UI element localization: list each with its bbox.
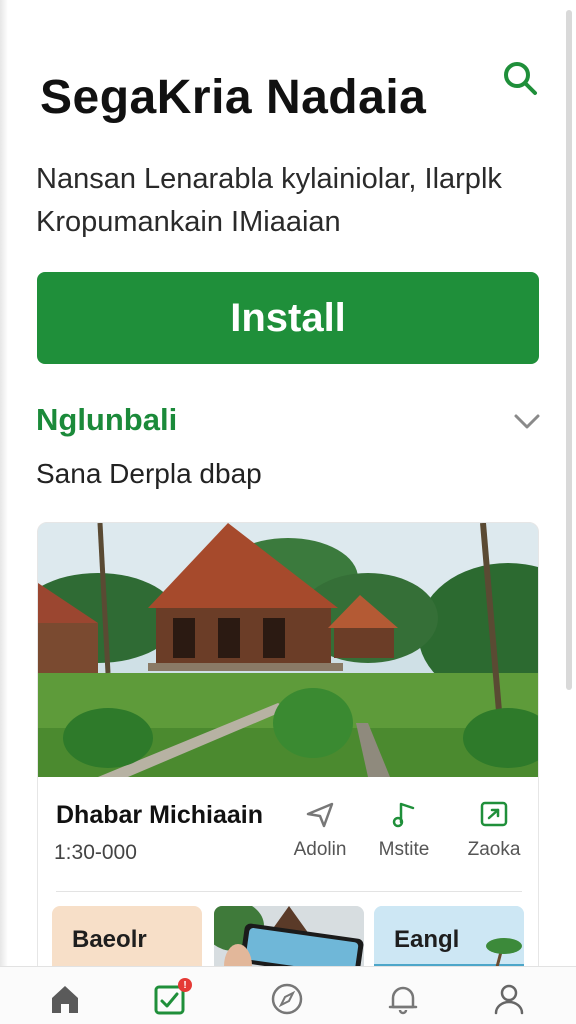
scrollbar[interactable] bbox=[566, 10, 572, 690]
nav-profile[interactable] bbox=[491, 981, 527, 1017]
page-edge bbox=[0, 0, 8, 1024]
notification-badge: ! bbox=[178, 978, 192, 992]
action-mstite[interactable]: Mstite bbox=[369, 799, 439, 861]
action-label: Zaoka bbox=[467, 839, 521, 860]
card-divider bbox=[56, 891, 522, 892]
action-adolin[interactable]: Adolin bbox=[285, 799, 355, 861]
section-header[interactable]: Nglunbali bbox=[36, 400, 546, 444]
page-title: SegaKria Nadaia bbox=[40, 71, 427, 124]
nav-notifications[interactable] bbox=[385, 981, 421, 1017]
place-meta: 1:30-000 bbox=[54, 841, 137, 864]
subtitle-line-1: Nansan Lenarabla kylainiolar, Ilarplk bbox=[36, 163, 502, 195]
tile-label: Eangl bbox=[394, 926, 460, 953]
place-photo bbox=[38, 523, 538, 777]
page-subtitle: Nansan Lenarabla kylainiolar, Ilarplk Kr… bbox=[36, 158, 526, 244]
search-button[interactable] bbox=[500, 58, 540, 98]
bottom-nav bbox=[0, 966, 576, 1024]
nav-compass[interactable] bbox=[269, 981, 305, 1017]
music-note-icon bbox=[392, 802, 415, 828]
place-card[interactable]: Dhabar Michiaain 1:30-000 Adolin Mstite … bbox=[37, 522, 539, 992]
action-label: Adolin bbox=[293, 839, 347, 860]
send-icon bbox=[306, 802, 334, 828]
place-name: Dhabar Michiaain bbox=[56, 801, 263, 829]
chevron-down-icon[interactable] bbox=[512, 406, 542, 436]
compass-icon bbox=[271, 983, 303, 1015]
search-icon bbox=[504, 62, 537, 95]
subtitle-line-2: Kropumankain IMiaaian bbox=[36, 206, 341, 238]
action-label: Mstite bbox=[378, 839, 430, 860]
home-icon bbox=[52, 986, 78, 1013]
section-title: Nglunbali bbox=[36, 402, 178, 437]
share-box-icon bbox=[480, 801, 508, 827]
tile-label: Baeolr bbox=[72, 926, 147, 953]
install-button[interactable]: Install bbox=[37, 272, 539, 364]
section-subtitle: Sana Derpla dbap bbox=[36, 458, 262, 489]
action-zaoka[interactable]: Zaoka bbox=[459, 799, 529, 861]
nav-home[interactable] bbox=[47, 981, 83, 1017]
profile-icon bbox=[494, 984, 524, 1015]
bell-icon bbox=[388, 986, 418, 1015]
